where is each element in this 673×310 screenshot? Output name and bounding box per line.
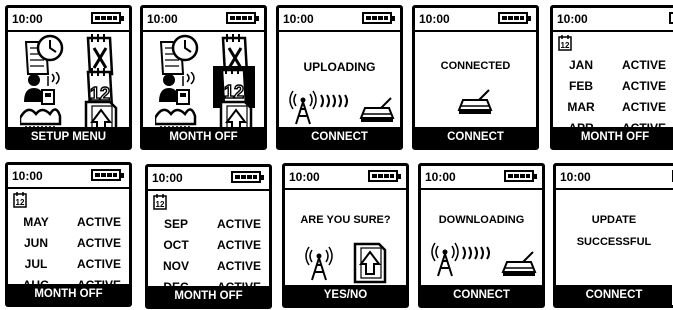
month-label: JUL [24, 257, 48, 271]
month-label: FEB [569, 79, 593, 93]
calendar-12-icon [13, 192, 27, 208]
confirm-message: ARE YOU SURE? [300, 214, 391, 226]
radio-tower-icon [289, 90, 317, 125]
battery-icon [231, 171, 264, 183]
month-row[interactable]: OCT ACTIVE [148, 238, 269, 256]
status-bar: 10:00 [553, 8, 673, 32]
screen-downloading: 10:00 DOWNLOADING CONNECT [418, 163, 545, 308]
calendar-12-icon [558, 35, 572, 51]
screen-connected: 10:00 CONNECTED CONNECT [412, 5, 539, 150]
status-bar: 10:00 [556, 166, 673, 190]
screen-months-sep-dec: 10:00 SEPACTIVE OCTACTIVE NOVACTIVE DECA… [145, 164, 272, 309]
month-label: NOV [162, 259, 189, 273]
signal-waves-icon [462, 246, 490, 260]
clock-time: 10:00 [12, 12, 43, 26]
clock-time: 10:00 [425, 170, 456, 184]
month-label: OCT [163, 238, 189, 252]
month-label: MAR [567, 100, 595, 114]
battery-icon [368, 170, 401, 182]
calendar-clock-icon[interactable] [22, 34, 64, 76]
month-status: ACTIVE [76, 215, 121, 229]
month-row[interactable]: NOV ACTIVE [148, 259, 269, 277]
update-message-line2: SUCCESSFUL [576, 236, 652, 248]
signal-waves-icon [320, 94, 348, 108]
battery-icon [91, 12, 124, 24]
status-bar: 10:00 [8, 8, 129, 32]
screen-month-off-menu: 10:00 MONTH OFF [140, 5, 267, 150]
battery-icon [669, 12, 673, 24]
screen-months-jan-apr: 10:00 JANACTIVE FEBACTIVE MARACTIVE APRA… [550, 5, 673, 150]
month-row[interactable]: MAR ACTIVE [553, 100, 673, 118]
battery-icon [226, 12, 259, 24]
clock-time: 10:00 [152, 171, 183, 185]
month-status: ACTIVE [216, 238, 261, 252]
month-status: ACTIVE [621, 79, 666, 93]
month-row[interactable]: JUN ACTIVE [8, 236, 129, 254]
status-bar: 10:00 [279, 8, 400, 32]
month-label: SEP [163, 217, 188, 231]
softkey-label[interactable]: MONTH OFF [553, 127, 673, 147]
clock-time: 10:00 [289, 170, 320, 184]
calendar-12-icon [153, 194, 167, 210]
clock-time: 10:00 [419, 12, 450, 26]
screen-update-successful: 10:00 UPDATE SUCCESSFUL CONNECT [553, 163, 673, 308]
softkey-label[interactable]: SETUP MENU [8, 127, 129, 147]
upload-document-icon [353, 242, 387, 284]
month-status: ACTIVE [621, 100, 666, 114]
screen-confirm: 10:00 ARE YOU SURE? YES/NO [282, 163, 409, 308]
screen-setup-menu: 10:00 SETUP MENU [5, 5, 132, 150]
month-row[interactable]: MAY ACTIVE [8, 215, 129, 233]
softkey-label[interactable]: MONTH OFF [8, 284, 129, 304]
battery-icon [91, 169, 124, 181]
month-status: ACTIVE [76, 257, 121, 271]
radio-tower-icon [305, 246, 333, 281]
status-bar: 10:00 [415, 8, 536, 32]
month-row[interactable]: SEP ACTIVE [148, 217, 269, 235]
base-station-icon [502, 251, 536, 277]
person-transmitter-icon[interactable] [24, 72, 64, 106]
month-status: ACTIVE [216, 217, 261, 231]
softkey-label[interactable]: CONNECT [556, 285, 672, 305]
softkey-label[interactable]: CONNECT [415, 127, 536, 147]
clock-time: 10:00 [283, 12, 314, 26]
clock-time: 10:00 [560, 170, 591, 184]
base-station-icon [360, 97, 394, 123]
update-message-line1: UPDATE [591, 214, 637, 226]
month-row[interactable]: FEB ACTIVE [553, 79, 673, 97]
status-bar: 10:00 [421, 166, 542, 190]
status-bar: 10:00 [285, 166, 406, 190]
month-row[interactable]: JAN ACTIVE [553, 58, 673, 76]
status-bar: 10:00 [143, 8, 264, 32]
calendar-clock-icon[interactable] [157, 34, 199, 76]
screen-months-may-aug: 10:00 MAYACTIVE JUNACTIVE JULACTIVE AUGA… [5, 162, 132, 307]
softkey-label[interactable]: CONNECT [421, 285, 542, 305]
month-label: JAN [568, 58, 593, 72]
softkey-label[interactable]: CONNECT [279, 127, 400, 147]
battery-icon [362, 12, 395, 24]
month-label: JUN [23, 236, 48, 250]
month-status: ACTIVE [216, 259, 261, 273]
month-row[interactable]: JUL ACTIVE [8, 257, 129, 275]
status-message: CONNECTED [440, 60, 511, 72]
person-transmitter-icon[interactable] [159, 72, 199, 106]
softkey-label[interactable]: YES/NO [285, 285, 406, 305]
clock-time: 10:00 [147, 12, 178, 26]
month-status: ACTIVE [76, 236, 121, 250]
month-status: ACTIVE [621, 58, 666, 72]
base-station-icon [458, 89, 492, 115]
month-label: MAY [23, 215, 49, 229]
status-bar: 10:00 [8, 165, 129, 189]
softkey-label[interactable]: MONTH OFF [143, 127, 264, 147]
battery-icon [504, 170, 537, 182]
status-message: UPLOADING [303, 60, 376, 74]
clock-time: 10:00 [12, 169, 43, 183]
clock-time: 10:00 [557, 12, 588, 26]
status-message: DOWNLOADING [438, 214, 525, 226]
softkey-label[interactable]: MONTH OFF [148, 286, 269, 306]
battery-icon [498, 12, 531, 24]
status-bar: 10:00 [148, 167, 269, 191]
radio-tower-icon [431, 242, 459, 277]
screen-uploading: 10:00 UPLOADING CONNECT [276, 5, 403, 150]
